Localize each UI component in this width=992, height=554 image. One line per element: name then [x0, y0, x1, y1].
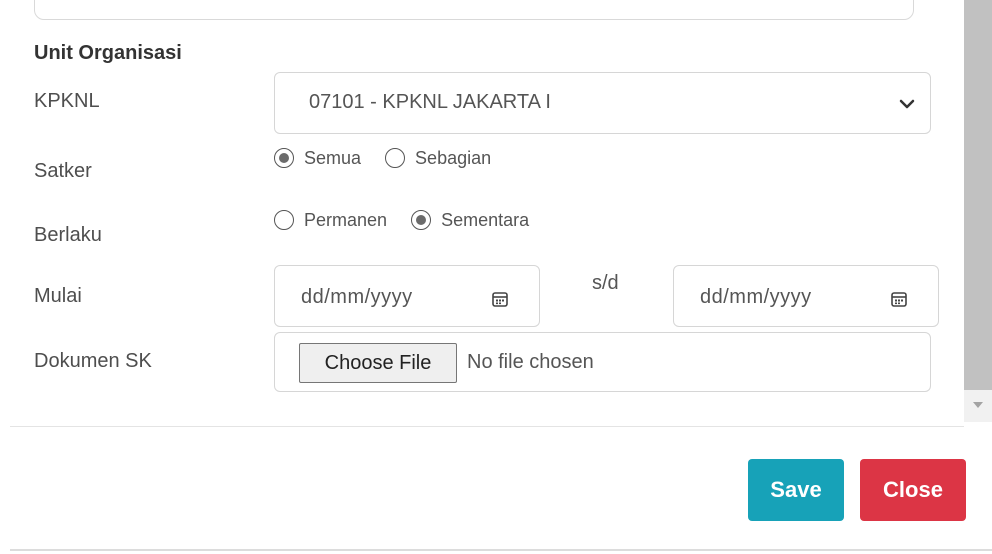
mulai-label: Mulai	[34, 285, 82, 307]
radio-label: Sementara	[441, 209, 530, 230]
previous-field-bottom-edge	[34, 0, 914, 20]
radio-label: Sebagian	[415, 147, 492, 168]
end-date-placeholder: dd/mm/yyyy	[700, 286, 812, 308]
start-date-placeholder: dd/mm/yyyy	[301, 286, 413, 308]
radio-label: Semua	[304, 147, 362, 168]
satker-option-semua[interactable]: Semua	[274, 148, 361, 169]
save-button[interactable]: Save	[748, 459, 844, 521]
radio-checked[interactable]	[411, 210, 432, 230]
vertical-scrollbar[interactable]	[964, 0, 992, 422]
satker-radio-group: Semua Sebagian	[274, 144, 509, 172]
close-button[interactable]: Close	[860, 459, 966, 521]
radio-unchecked[interactable]	[274, 210, 294, 230]
dokumen-sk-label: Dokumen SK	[34, 350, 152, 372]
scroll-down-arrow-icon[interactable]	[973, 402, 983, 408]
kpknl-label: KPKNL	[34, 90, 100, 112]
scrollbar-thumb[interactable]	[964, 0, 992, 390]
radio-checked[interactable]	[274, 148, 294, 168]
satker-label: Satker	[34, 160, 92, 182]
berlaku-option-sementara[interactable]: Sementara	[411, 210, 529, 231]
berlaku-label: Berlaku	[34, 224, 102, 246]
section-title: Unit Organisasi	[34, 42, 182, 64]
dokumen-sk-file-input[interactable]: Choose File No file chosen	[274, 332, 931, 392]
kpknl-select[interactable]: 07101 - KPKNL JAKARTA I	[274, 72, 931, 134]
file-status-text: No file chosen	[467, 351, 594, 373]
end-date-input[interactable]: dd/mm/yyyy	[673, 265, 939, 327]
date-range-separator: s/d	[592, 272, 619, 294]
chevron-down-icon	[899, 99, 915, 109]
radio-unchecked[interactable]	[385, 148, 406, 168]
berlaku-radio-group: Permanen Sementara	[274, 206, 547, 234]
calendar-icon[interactable]	[890, 290, 908, 308]
modal-footer-divider	[10, 426, 964, 427]
berlaku-option-permanen[interactable]: Permanen	[274, 210, 387, 231]
start-date-input[interactable]: dd/mm/yyyy	[274, 265, 540, 327]
calendar-icon[interactable]	[491, 290, 509, 308]
kpknl-selected-value: 07101 - KPKNL JAKARTA I	[309, 91, 551, 113]
radio-label: Permanen	[304, 209, 388, 230]
choose-file-button[interactable]: Choose File	[299, 343, 457, 383]
modal-bottom-border	[10, 549, 992, 551]
satker-option-sebagian[interactable]: Sebagian	[385, 148, 491, 169]
